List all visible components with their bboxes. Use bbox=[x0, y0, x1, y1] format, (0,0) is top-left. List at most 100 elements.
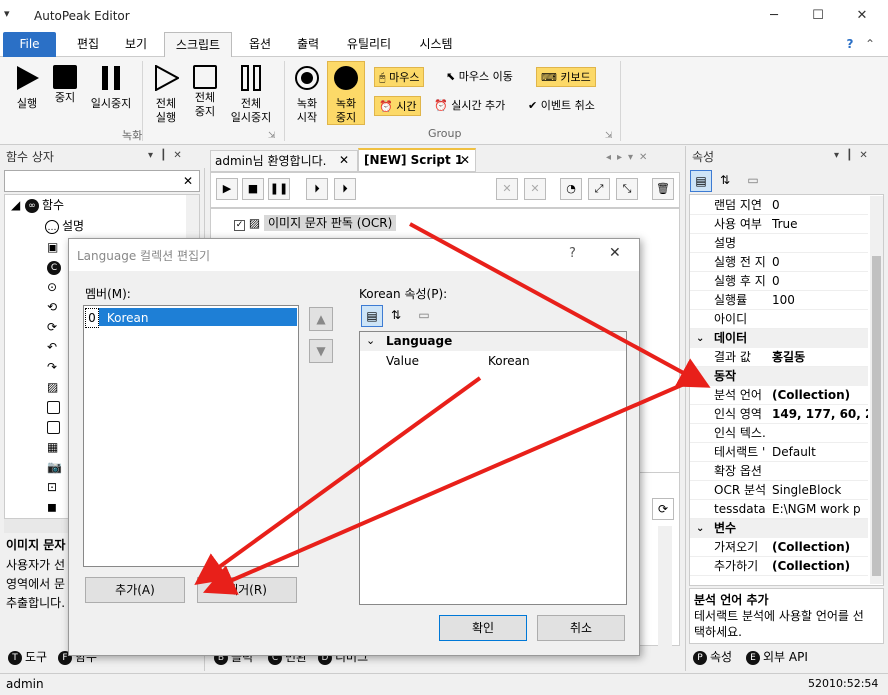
tab-file[interactable]: File bbox=[3, 32, 56, 57]
record-stop-button[interactable]: 녹화 중지 bbox=[327, 61, 365, 125]
collapse-icon[interactable]: ⌄ bbox=[366, 334, 375, 347]
property-scrollbar[interactable] bbox=[870, 196, 883, 584]
close-tab-icon[interactable]: ✕ bbox=[460, 153, 470, 167]
tab-utility[interactable]: 유틸리티 bbox=[336, 32, 402, 57]
collapse-icon[interactable]: ⌄ bbox=[696, 367, 704, 386]
toolbar-collapse-button[interactable]: ⤡ bbox=[616, 178, 638, 200]
pause-button[interactable]: 일시중지 bbox=[86, 65, 136, 111]
property-row[interactable]: 사용 여부 True bbox=[690, 215, 868, 234]
property-category[interactable]: ⌄ 동작 bbox=[690, 367, 868, 386]
property-row[interactable]: 가져오기 (Collection) bbox=[690, 538, 868, 557]
move-up-button[interactable]: ▲ bbox=[309, 307, 333, 331]
property-row[interactable]: 확장 옵션 bbox=[690, 462, 868, 481]
keyboard-toggle[interactable]: ⌨ 키보드 bbox=[536, 67, 596, 87]
sort-az-icon[interactable]: ⇅ bbox=[714, 170, 736, 192]
tree-item[interactable]: ⟲ bbox=[47, 297, 57, 317]
tree-root[interactable]: ∞ 함수 bbox=[25, 195, 64, 215]
property-row[interactable]: 인식 텍스. bbox=[690, 424, 868, 443]
property-pages-icon[interactable]: ▭ bbox=[413, 305, 435, 327]
clear-search-icon[interactable]: ✕ bbox=[178, 172, 198, 190]
tab-output[interactable]: 출력 bbox=[286, 32, 330, 57]
tree-item[interactable]: C bbox=[47, 257, 64, 277]
tree-item[interactable]: ↷ bbox=[47, 357, 57, 377]
help-icon[interactable]: ? bbox=[840, 32, 860, 57]
categorized-icon[interactable]: ▤ bbox=[690, 170, 712, 192]
collapse-ribbon-icon[interactable]: ⌃ bbox=[860, 32, 880, 57]
output-scrollbar[interactable] bbox=[658, 526, 672, 646]
toolbar-stop-button[interactable]: ■ bbox=[242, 178, 264, 200]
prop-val-value[interactable]: Korean bbox=[488, 352, 530, 370]
dialog-help-button[interactable]: ? bbox=[569, 246, 576, 261]
time-toggle[interactable]: ⏰ 시간 bbox=[374, 96, 422, 116]
panel-pin-icons[interactable]: ▾ ┃ ✕ bbox=[148, 150, 184, 161]
property-row[interactable]: 테서랙트 ' Default bbox=[690, 443, 868, 462]
pause-all-button[interactable]: 전체 일시중지 bbox=[226, 65, 276, 125]
property-row[interactable]: tessdata 경 E:\NGM work p bbox=[690, 500, 868, 519]
property-row[interactable]: 아이디 bbox=[690, 310, 868, 329]
stop-all-button[interactable]: 전체 중지 bbox=[188, 65, 222, 119]
property-row[interactable]: 실행 전 지 0 bbox=[690, 253, 868, 272]
tab-system[interactable]: 시스템 bbox=[408, 32, 464, 57]
tab-script[interactable]: 스크립트 bbox=[164, 32, 232, 58]
member-item-korean[interactable]: 0 Korean bbox=[85, 308, 297, 328]
group-expand-icon[interactable]: ⇲ bbox=[268, 131, 276, 141]
tab-welcome[interactable]: admin님 환영합니다. bbox=[210, 150, 358, 172]
tab-script-1[interactable]: [NEW] Script 1 bbox=[358, 148, 476, 172]
category-language[interactable]: Language bbox=[360, 332, 626, 351]
property-pages-icon[interactable]: ▭ bbox=[742, 170, 764, 192]
tab-nav-icons[interactable]: ◂▸▾✕ bbox=[606, 152, 653, 163]
toolbar-delete-button[interactable]: 🗑 bbox=[652, 178, 674, 200]
property-category[interactable]: ⌄ 변수 bbox=[690, 519, 868, 538]
property-value[interactable]: (Collection) bbox=[772, 538, 868, 556]
property-value[interactable]: Default bbox=[772, 443, 868, 461]
ok-button[interactable]: 확인 bbox=[439, 615, 527, 641]
run-button[interactable]: 실행 bbox=[8, 65, 46, 111]
toolbar-pause-button[interactable]: ❚❚ bbox=[268, 178, 290, 200]
search-input[interactable] bbox=[4, 170, 200, 192]
mouse-toggle[interactable]: 🖰 마우스 bbox=[374, 67, 425, 87]
toolbar-step-button[interactable]: ⏵ bbox=[306, 178, 328, 200]
toolbar-play-button[interactable]: ▶ bbox=[216, 178, 238, 200]
close-tab-icon[interactable]: ✕ bbox=[339, 153, 349, 167]
close-button[interactable]: ✕ bbox=[840, 0, 884, 32]
property-value[interactable]: (Collection) bbox=[772, 557, 868, 575]
property-row[interactable]: 랜덤 지연 0 bbox=[690, 196, 868, 215]
realtime-add-toggle[interactable]: ⏰ 실시간 추가 bbox=[430, 96, 509, 116]
checkbox-icon[interactable]: ✓ bbox=[234, 220, 245, 231]
toolbar-disabled-button[interactable]: ✕ bbox=[524, 178, 546, 200]
move-down-button[interactable]: ▼ bbox=[309, 339, 333, 363]
record-start-button[interactable]: 녹화 시작 bbox=[290, 65, 324, 125]
tree-item[interactable]: 📷 bbox=[47, 457, 62, 477]
refresh-icon[interactable]: ⟳ bbox=[652, 498, 674, 520]
property-value[interactable]: 0 bbox=[772, 253, 868, 271]
tree-item[interactable]: ▦ bbox=[47, 437, 58, 457]
tab-edit[interactable]: 편집 bbox=[66, 32, 110, 57]
run-all-button[interactable]: 전체 실행 bbox=[148, 64, 184, 125]
collapse-icon[interactable]: ⌄ bbox=[696, 329, 704, 348]
property-row[interactable]: 설명 bbox=[690, 234, 868, 253]
toolbar-expand-button[interactable]: ⤢ bbox=[588, 178, 610, 200]
property-row[interactable]: 추가하기 (Collection) bbox=[690, 557, 868, 576]
tab-view[interactable]: 보기 bbox=[114, 32, 158, 57]
tab-tools[interactable]: T 도구 bbox=[4, 648, 51, 668]
stop-button[interactable]: 중지 bbox=[48, 65, 82, 105]
property-row[interactable]: 인식 영역 149, 177, 60, 22 bbox=[690, 405, 868, 424]
property-category[interactable]: ⌄ 데이터 bbox=[690, 329, 868, 348]
tab-external-api[interactable]: E 외부 API bbox=[742, 648, 812, 668]
tree-expander[interactable]: ◢ bbox=[11, 195, 20, 215]
property-value[interactable]: 홍길동 bbox=[772, 348, 868, 366]
sort-az-icon[interactable]: ⇅ bbox=[385, 305, 407, 327]
system-menu-icon[interactable]: ▾ bbox=[4, 7, 10, 20]
property-value[interactable]: 0 bbox=[772, 196, 868, 214]
property-value[interactable]: True bbox=[772, 215, 868, 233]
toolbar-step2-button[interactable]: ⏵ bbox=[334, 178, 356, 200]
group2-expand-icon[interactable]: ⇲ bbox=[605, 131, 613, 141]
property-value[interactable]: 149, 177, 60, 22 bbox=[772, 405, 868, 423]
categorized-icon[interactable]: ▤ bbox=[361, 305, 383, 327]
tree-item[interactable]: ⊡ bbox=[47, 477, 57, 497]
event-cancel-button[interactable]: ✔ 이벤트 취소 bbox=[524, 96, 599, 116]
minimize-button[interactable]: ─ bbox=[752, 0, 796, 32]
property-row[interactable]: 분석 언어 (Collection) bbox=[690, 386, 868, 405]
tree-item[interactable]: ▨ bbox=[47, 377, 58, 397]
collapse-icon[interactable]: ⌄ bbox=[696, 519, 704, 538]
